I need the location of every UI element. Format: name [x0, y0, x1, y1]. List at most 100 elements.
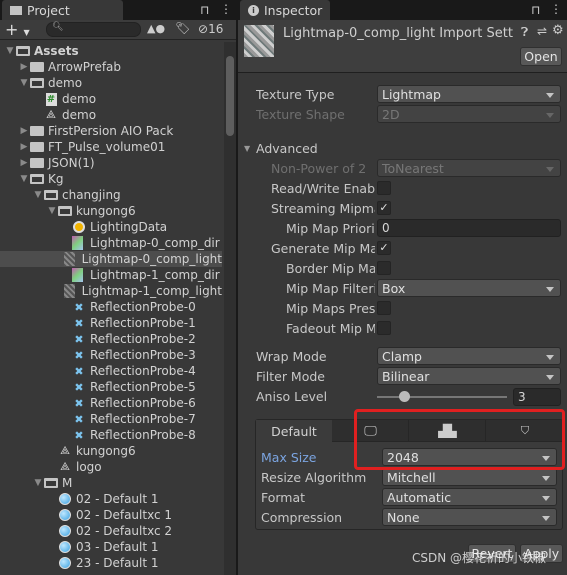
tree-item[interactable]: ⟁ kungong6: [0, 443, 222, 459]
mip-map-priority-field[interactable]: 0: [377, 219, 561, 237]
open-button[interactable]: Open: [520, 47, 562, 66]
tree-item[interactable]: Lightmap-1_comp_dir: [0, 267, 222, 283]
lock-icon[interactable]: ⊓: [531, 3, 540, 17]
tree-item-label: Lightmap-1_comp_dir: [90, 268, 220, 282]
tree-item[interactable]: ⟁ logo: [0, 459, 222, 475]
tree-item[interactable]: ⟁ demo: [0, 107, 222, 123]
tree-item[interactable]: # demo: [0, 91, 222, 107]
foldout-arrow-icon[interactable]: ▶: [18, 62, 30, 72]
create-plus-button[interactable]: + ▼: [5, 20, 30, 39]
texture-dir-icon: [72, 236, 86, 250]
tree-item[interactable]: ▶ ArrowPrefab: [0, 59, 222, 75]
foldout-arrow-icon[interactable]: ▼: [32, 478, 44, 488]
tree-item[interactable]: ✖ ReflectionProbe-4: [0, 363, 222, 379]
more-menu-icon[interactable]: ⋮: [220, 2, 232, 16]
tree-item[interactable]: ▶ FirstPersion AIO Pack: [0, 123, 222, 139]
tree-item[interactable]: ✖ ReflectionProbe-2: [0, 331, 222, 347]
search-icon: 🔍︎: [52, 22, 64, 32]
aniso-slider-thumb[interactable]: [399, 391, 410, 402]
tree-item-label: M: [62, 476, 73, 490]
search-input[interactable]: 🔍︎: [46, 22, 141, 37]
aniso-level-field[interactable]: 3: [513, 388, 561, 406]
tree-item[interactable]: 02 - Default 1: [0, 491, 222, 507]
foldout-arrow-icon[interactable]: ▼: [32, 190, 44, 200]
reflection-probe-icon: ✖: [74, 428, 84, 442]
filter-mode-dropdown[interactable]: Bilinear: [377, 367, 561, 385]
tree-item[interactable]: ▶ JSON(1): [0, 155, 222, 171]
border-mip-maps-checkbox[interactable]: [377, 261, 391, 275]
tree-item[interactable]: ✖ ReflectionProbe-6: [0, 395, 222, 411]
filter-by-label-icon[interactable]: 🏷︎: [175, 21, 190, 35]
info-icon: i: [248, 5, 259, 16]
tree-item[interactable]: ✖ ReflectionProbe-1: [0, 315, 222, 331]
tree-item[interactable]: ▼ kungong6: [0, 203, 222, 219]
generate-mip-maps-checkbox[interactable]: ✓: [377, 241, 391, 255]
unity-scene-icon: ⟁: [60, 460, 70, 473]
foldout-arrow-icon[interactable]: ▼: [18, 78, 30, 88]
fadeout-mip-maps-label: Fadeout Mip Ma: [286, 321, 375, 336]
tree-item[interactable]: ▼ M: [0, 475, 222, 491]
tree-item[interactable]: LightingData: [0, 219, 222, 235]
tree-item-label: 02 - Defaultxc 1: [76, 508, 173, 522]
format-dropdown[interactable]: Automatic: [382, 488, 557, 506]
platform-tab-default[interactable]: Default: [256, 420, 332, 443]
foldout-arrow-icon[interactable]: ▶: [18, 126, 30, 136]
tree-item[interactable]: Lightmap-0_comp_light: [0, 251, 222, 267]
tree-item[interactable]: ▼ demo: [0, 75, 222, 91]
tree-item-label: demo: [62, 92, 97, 106]
tree-item[interactable]: Lightmap-1_comp_light: [0, 283, 222, 299]
fadeout-mip-maps-checkbox[interactable]: [377, 321, 391, 335]
hidden-packages-toggle[interactable]: ⊘ 16: [198, 22, 223, 36]
mip-maps-preserve-coverage-label: Mip Maps Prese: [286, 301, 375, 316]
more-menu-icon[interactable]: ⋮: [550, 2, 562, 16]
tree-item[interactable]: ▼ Assets: [0, 43, 222, 59]
inspector-title: Lightmap-0_comp_light Import Settin: [283, 26, 513, 41]
tree-item[interactable]: 23 - Default 1: [0, 555, 222, 571]
tree-item[interactable]: ✖ ReflectionProbe-7: [0, 411, 222, 427]
mip-maps-preserve-coverage-checkbox[interactable]: [377, 301, 391, 315]
tree-item-label: demo: [62, 108, 97, 122]
compression-dropdown[interactable]: None: [382, 508, 557, 526]
tree-item[interactable]: ▼ changjing: [0, 187, 222, 203]
resize-algorithm-dropdown[interactable]: Mitchell: [382, 468, 557, 486]
presets-icon[interactable]: ⇌: [537, 24, 547, 38]
foldout-arrow-icon[interactable]: ▼: [46, 206, 58, 216]
tree-item[interactable]: ✖ ReflectionProbe-8: [0, 427, 222, 443]
tree-item[interactable]: ✖ ReflectionProbe-3: [0, 347, 222, 363]
tree-item[interactable]: Lightmap-0_comp_dir: [0, 235, 222, 251]
folder-open-icon: [44, 477, 58, 490]
texture-shape-label: Texture Shape: [256, 107, 345, 122]
mip-map-filtering-dropdown[interactable]: Box: [377, 279, 561, 297]
highlight-box: [354, 409, 565, 470]
filter-by-type-icon[interactable]: ▲●: [147, 22, 165, 35]
folder-open-icon: [30, 173, 44, 186]
tree-item[interactable]: 02 - Defaultxc 2: [0, 523, 222, 539]
tree-item[interactable]: ✖ ReflectionProbe-5: [0, 379, 222, 395]
lock-icon[interactable]: ⊓: [200, 3, 209, 17]
foldout-arrow-icon[interactable]: ▼: [18, 174, 30, 184]
advanced-foldout[interactable]: Advanced: [256, 141, 318, 156]
tab-inspector[interactable]: i Inspector: [240, 0, 330, 21]
aniso-slider-track[interactable]: [377, 396, 507, 398]
texture-type-dropdown[interactable]: Lightmap: [377, 85, 561, 103]
tree-item[interactable]: ▼ Kg: [0, 171, 222, 187]
tree-item[interactable]: 03 - Default 1: [0, 539, 222, 555]
tree-item[interactable]: ▶ FT_Pulse_volume01: [0, 139, 222, 155]
tree-item[interactable]: 02 - Defaultxc 1: [0, 507, 222, 523]
tree-item[interactable]: ✖ ReflectionProbe-0: [0, 299, 222, 315]
tree-item-label: 02 - Defaultxc 2: [76, 524, 173, 538]
scrollbar-thumb[interactable]: [226, 56, 234, 136]
reflection-probe-icon: ✖: [74, 380, 84, 394]
help-icon[interactable]: ❓︎: [521, 25, 528, 40]
scrollbar[interactable]: [224, 42, 236, 575]
foldout-arrow-icon[interactable]: ▼: [244, 144, 250, 153]
tab-project[interactable]: Project: [2, 0, 123, 21]
wrap-mode-dropdown[interactable]: Clamp: [377, 347, 561, 365]
tree-item-label: Lightmap-0_comp_light: [81, 252, 222, 266]
read-write-checkbox[interactable]: [377, 181, 391, 195]
streaming-mipmaps-checkbox[interactable]: ✓: [377, 201, 391, 215]
foldout-arrow-icon[interactable]: ▶: [18, 158, 30, 168]
foldout-arrow-icon[interactable]: ▶: [18, 142, 30, 152]
gear-icon[interactable]: ⚙: [552, 23, 564, 38]
foldout-arrow-icon[interactable]: ▼: [4, 46, 16, 56]
